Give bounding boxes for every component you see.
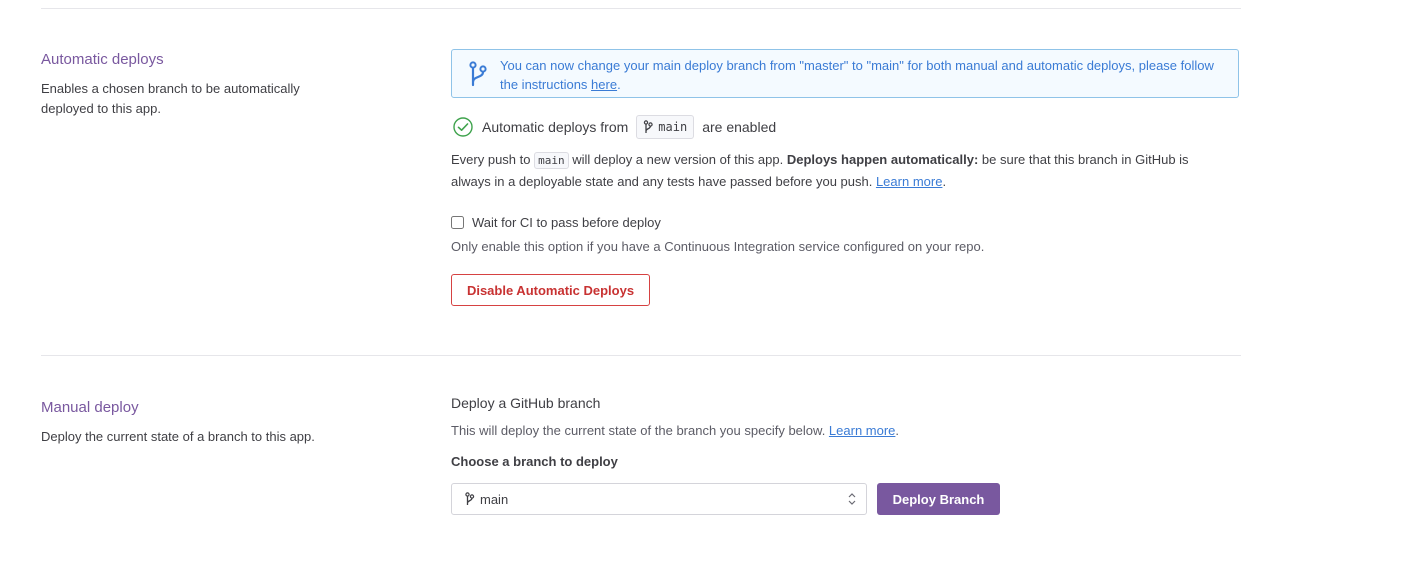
status-branch-name: main [658,120,688,134]
status-suffix: are enabled [702,119,777,135]
manual-deploy-description: Deploy the current state of a branch to … [41,429,315,444]
select-arrows-icon [848,493,856,505]
auto-learn-more-link[interactable]: Learn more [876,174,942,189]
section-divider [41,355,1241,356]
automatic-deploys-title: Automatic deploys [41,51,164,68]
branch-icon [644,120,653,133]
choose-branch-label: Choose a branch to deploy [451,454,618,469]
check-circle-icon [453,117,473,137]
branch-icon [469,61,487,87]
manual-deploy-info: This will deploy the current state of th… [451,423,900,438]
notice-here-link[interactable]: here [591,77,617,92]
deploy-github-branch-heading: Deploy a GitHub branch [451,395,601,411]
info-branch-code: main [534,152,569,169]
info-emphasis: Deploys happen automatically: [786,152,979,167]
manual-deploy-title: Manual deploy [41,399,139,416]
ci-help-text: Only enable this option if you have a Co… [451,239,985,254]
status-prefix: Automatic deploys from [482,119,629,135]
branch-rename-notice: You can now change your main deploy bran… [451,49,1239,98]
manual-learn-more-link[interactable]: Learn more [829,423,895,438]
branch-select[interactable]: main [451,483,867,515]
notice-text: You can now change your main deploy bran… [500,58,1214,92]
branch-icon [465,492,475,505]
wait-for-ci-checkbox[interactable] [451,216,464,229]
wait-for-ci-label: Wait for CI to pass before deploy [472,215,661,230]
deploy-branch-button[interactable]: Deploy Branch [877,483,1000,515]
automatic-deploys-description: Enables a chosen branch to be automatica… [41,81,300,116]
auto-deploy-status: Automatic deploys from main are enabled [451,115,776,139]
top-divider [41,8,1241,9]
selected-branch: main [480,491,509,507]
disable-automatic-deploys-button[interactable]: Disable Automatic Deploys [451,274,650,306]
wait-for-ci-option[interactable]: Wait for CI to pass before deploy [451,215,661,230]
status-branch-pill: main [636,115,695,139]
auto-deploy-info: Every push to main will deploy a new ver… [451,152,1189,189]
